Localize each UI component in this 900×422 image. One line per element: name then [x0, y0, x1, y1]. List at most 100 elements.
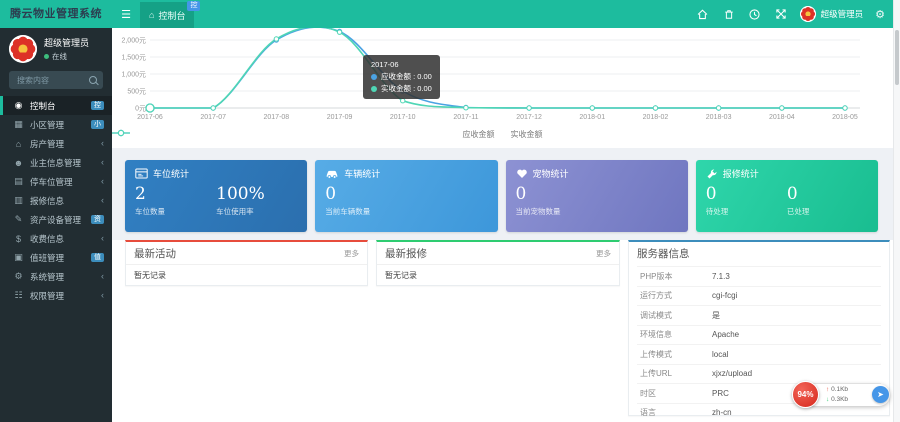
card-label: 当前车辆数量: [325, 206, 406, 217]
panel-title: 服务器信息: [637, 246, 690, 261]
top-navbar: 腾云物业管理系统 ☰ ⌂ 控制台 控 超级管理员 ⚙: [0, 0, 893, 28]
svg-text:1,000元: 1,000元: [121, 71, 146, 79]
avatar: [9, 35, 37, 63]
sidebar-toggle-icon[interactable]: ☰: [112, 0, 140, 28]
server-info-label: 上传URL: [637, 368, 712, 379]
user-menu[interactable]: 超级管理员: [800, 6, 864, 22]
navbar-actions: 超级管理员 ⚙: [696, 0, 885, 28]
card-value: 0: [325, 185, 406, 205]
tab-badge: 控: [187, 1, 200, 11]
trash-icon[interactable]: [722, 7, 736, 21]
card-label: 待处理: [706, 206, 787, 217]
svg-text:2018-03: 2018-03: [706, 114, 732, 121]
more-link[interactable]: 更多: [344, 248, 359, 259]
sidebar-item-label: 权限管理: [30, 290, 64, 302]
server-info-label: 运行方式: [637, 290, 712, 301]
repair-stats-icon: [706, 168, 718, 180]
home-icon[interactable]: [696, 7, 710, 21]
server-info-row: 环境信息 Apache: [637, 326, 881, 346]
performance-monitor: 94% ↑ 0.1Kb ↓ 0.3Kb ➤: [792, 381, 892, 409]
stat-card-pet: 宠物统计 0 当前宠物数量: [506, 160, 688, 232]
server-info-row: 运行方式 cgi-fcgi: [637, 287, 881, 307]
sidebar: 超级管理员 在线 ◉ 控制台控 ▦ 小区管理 小 ⌂ 房产管理‹☻ 业主信息管理‹▤ …: [0, 28, 112, 422]
parking-icon: ▤: [13, 176, 24, 187]
card-value: 0: [787, 185, 868, 205]
sidebar-user-panel: 超级管理员 在线: [0, 28, 112, 68]
upload-arrow-icon: ↑: [826, 386, 829, 393]
sidebar-item-permission[interactable]: ☷ 权限管理‹: [0, 286, 112, 305]
svg-text:2017-07: 2017-07: [200, 114, 226, 121]
main-content: 0元500元1,000元1,500元2,000元2017-062017-0720…: [112, 28, 893, 422]
server-info-value: PRC: [712, 389, 729, 398]
sidebar-item-fee[interactable]: $ 收费信息‹: [0, 229, 112, 248]
income-chart[interactable]: 0元500元1,000元1,500元2,000元2017-062017-0720…: [112, 28, 893, 148]
sidebar-item-label: 停车位管理: [30, 176, 73, 188]
flower-logo: [800, 6, 816, 22]
sidebar-item-owner[interactable]: ☻ 业主信息管理‹: [0, 153, 112, 172]
card-value: 100%: [216, 185, 297, 205]
legend-label: 实收金额: [511, 129, 543, 140]
community-icon: ▦: [13, 119, 24, 130]
panel-latest-activity: 最新活动 更多 暂无记录: [125, 240, 368, 286]
owner-icon: ☻: [13, 158, 24, 168]
server-info-value: 7.1.3: [712, 272, 730, 281]
chevron-left-icon: ‹: [101, 234, 104, 243]
chevron-left-icon: ‹: [101, 177, 104, 186]
legend-item[interactable]: 应收金额: [463, 129, 495, 140]
menu-badge: 资: [91, 215, 104, 225]
tab-console[interactable]: ⌂ 控制台 控: [140, 2, 194, 28]
server-info-value: local: [712, 350, 728, 359]
legend-item[interactable]: 实收金额: [511, 129, 543, 140]
sidebar-search: [9, 71, 103, 89]
card-label: 车位数量: [135, 206, 216, 217]
empty-records-text: 暂无记录: [377, 265, 619, 286]
card-title: 车辆统计: [344, 167, 380, 180]
svg-text:2,000元: 2,000元: [121, 37, 146, 45]
sidebar-item-parking[interactable]: ▤ 停车位管理 ‹: [0, 172, 112, 191]
sidebar-item-duty[interactable]: ▣ 值班管理值: [0, 248, 112, 267]
menu-badge: 小: [91, 120, 104, 130]
app-title: 腾云物业管理系统: [0, 0, 112, 28]
server-info-row: 上传模式 local: [637, 345, 881, 365]
avatar: [800, 6, 816, 22]
sidebar-item-system[interactable]: ⚙ 系统管理‹: [0, 267, 112, 286]
user-name: 超级管理员: [44, 36, 89, 49]
sidebar-item-community[interactable]: ▦ 小区管理 小: [0, 115, 112, 134]
svg-text:2018-04: 2018-04: [769, 114, 795, 121]
chevron-left-icon: ‹: [101, 139, 104, 148]
clock-icon[interactable]: [748, 7, 762, 21]
svg-text:2018-02: 2018-02: [643, 114, 669, 121]
stat-card-repair: 报修统计 0 待处理0 已处理: [696, 160, 878, 232]
server-info-label: 调试模式: [637, 310, 712, 321]
flower-logo: [9, 35, 37, 63]
fee-icon: $: [13, 234, 24, 244]
svg-text:500元: 500元: [127, 88, 146, 96]
svg-text:1,500元: 1,500元: [121, 54, 146, 62]
sidebar-item-label: 资产设备管理: [30, 214, 81, 226]
gear-icon[interactable]: ⚙: [875, 8, 885, 21]
download-rate: 0.3Kb: [831, 396, 848, 403]
sidebar-item-label: 小区管理: [30, 119, 64, 131]
fullscreen-icon[interactable]: [774, 7, 788, 21]
panel-latest-repair: 最新报修 更多 暂无记录: [376, 240, 620, 286]
card-value: 2: [135, 185, 216, 205]
chevron-left-icon: ‹: [101, 272, 104, 281]
upload-rate: 0.1Kb: [831, 386, 848, 393]
search-icon[interactable]: [89, 76, 97, 84]
card-title: 宠物统计: [533, 167, 569, 180]
home-icon: ⌂: [149, 10, 154, 20]
card-value: 0: [516, 185, 597, 205]
sidebar-item-label: 报修信息: [30, 195, 64, 207]
sidebar-item-house[interactable]: ⌂ 房产管理‹: [0, 134, 112, 153]
sidebar-menu: ◉ 控制台控 ▦ 小区管理 小 ⌂ 房产管理‹☻ 业主信息管理‹ ▤ 停车位管理 ‹ ▥ 报…: [0, 96, 112, 305]
svg-text:2017-09: 2017-09: [327, 114, 353, 121]
sidebar-item-repair[interactable]: ▥ 报修信息‹: [0, 191, 112, 210]
more-link[interactable]: 更多: [596, 248, 611, 259]
sidebar-item-asset[interactable]: ✎ 资产设备管理资: [0, 210, 112, 229]
page-scrollbar[interactable]: [893, 0, 900, 422]
boost-icon[interactable]: ➤: [872, 386, 889, 403]
server-info-value: Apache: [712, 330, 739, 339]
scrollbar-thumb[interactable]: [895, 30, 899, 85]
sidebar-item-dashboard[interactable]: ◉ 控制台控: [0, 96, 112, 115]
search-input[interactable]: [15, 75, 85, 86]
